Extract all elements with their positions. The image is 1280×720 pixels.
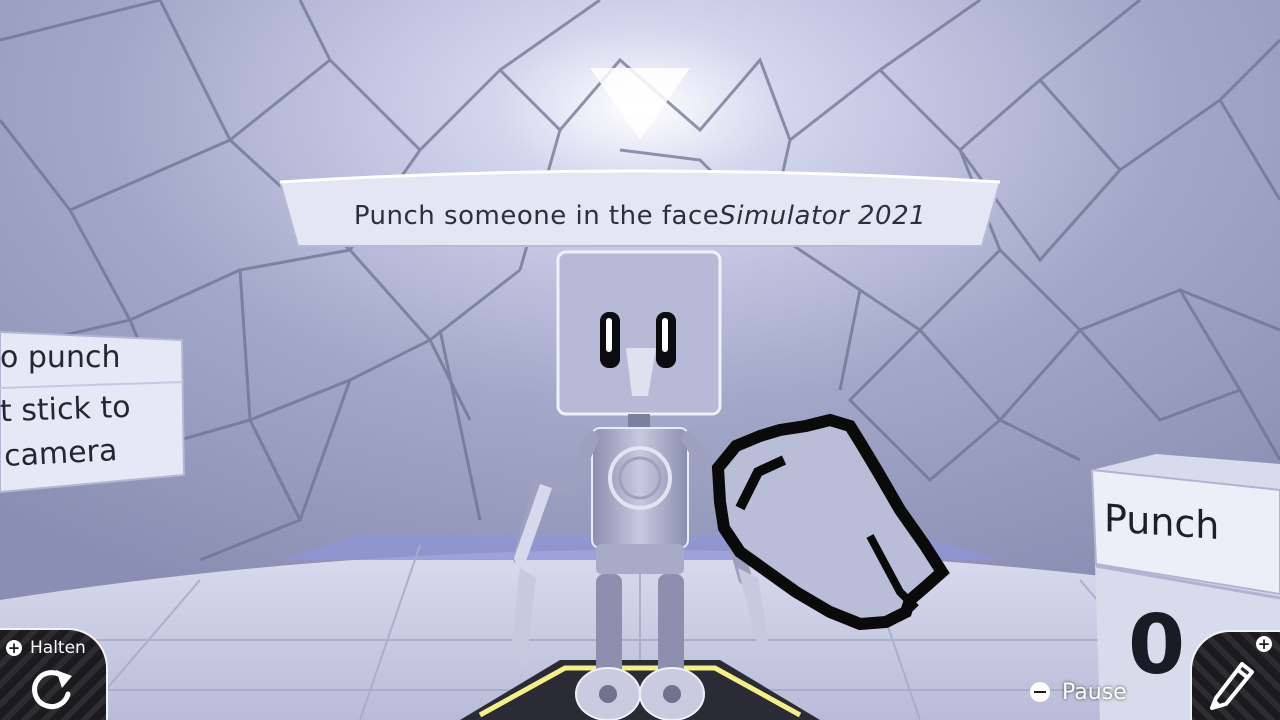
rotate-icon (32, 670, 72, 710)
plus-button-badge: + (1256, 635, 1272, 653)
instruction-line-3: camera (3, 433, 119, 474)
punch-counter-value: 0 (1128, 598, 1186, 693)
banner-title-italic: Simulator 2021 (719, 201, 927, 231)
banner-title: Punch someone in the face Simulator 2021 (288, 196, 992, 236)
pause-label: Pause (1062, 679, 1127, 705)
instruction-line-1: o punch (0, 340, 121, 375)
hold-reset-button[interactable]: + Halten (0, 628, 108, 720)
punch-counter-label: Punch (1104, 495, 1220, 549)
edit-button[interactable]: + (1190, 630, 1280, 720)
minus-icon (1030, 682, 1050, 702)
pause-button[interactable]: Pause (1030, 678, 1127, 706)
pencil-icon (1210, 662, 1254, 710)
hand-cursor-icon (711, 413, 950, 631)
banner-title-main: Punch someone in the face (353, 201, 720, 231)
plus-button-badge: + (6, 639, 22, 657)
instruction-line-2: t stick to (0, 389, 132, 430)
hold-label: Halten (30, 638, 86, 658)
game-viewport[interactable]: Punch someone in the face Simulator 2021… (0, 0, 1280, 720)
